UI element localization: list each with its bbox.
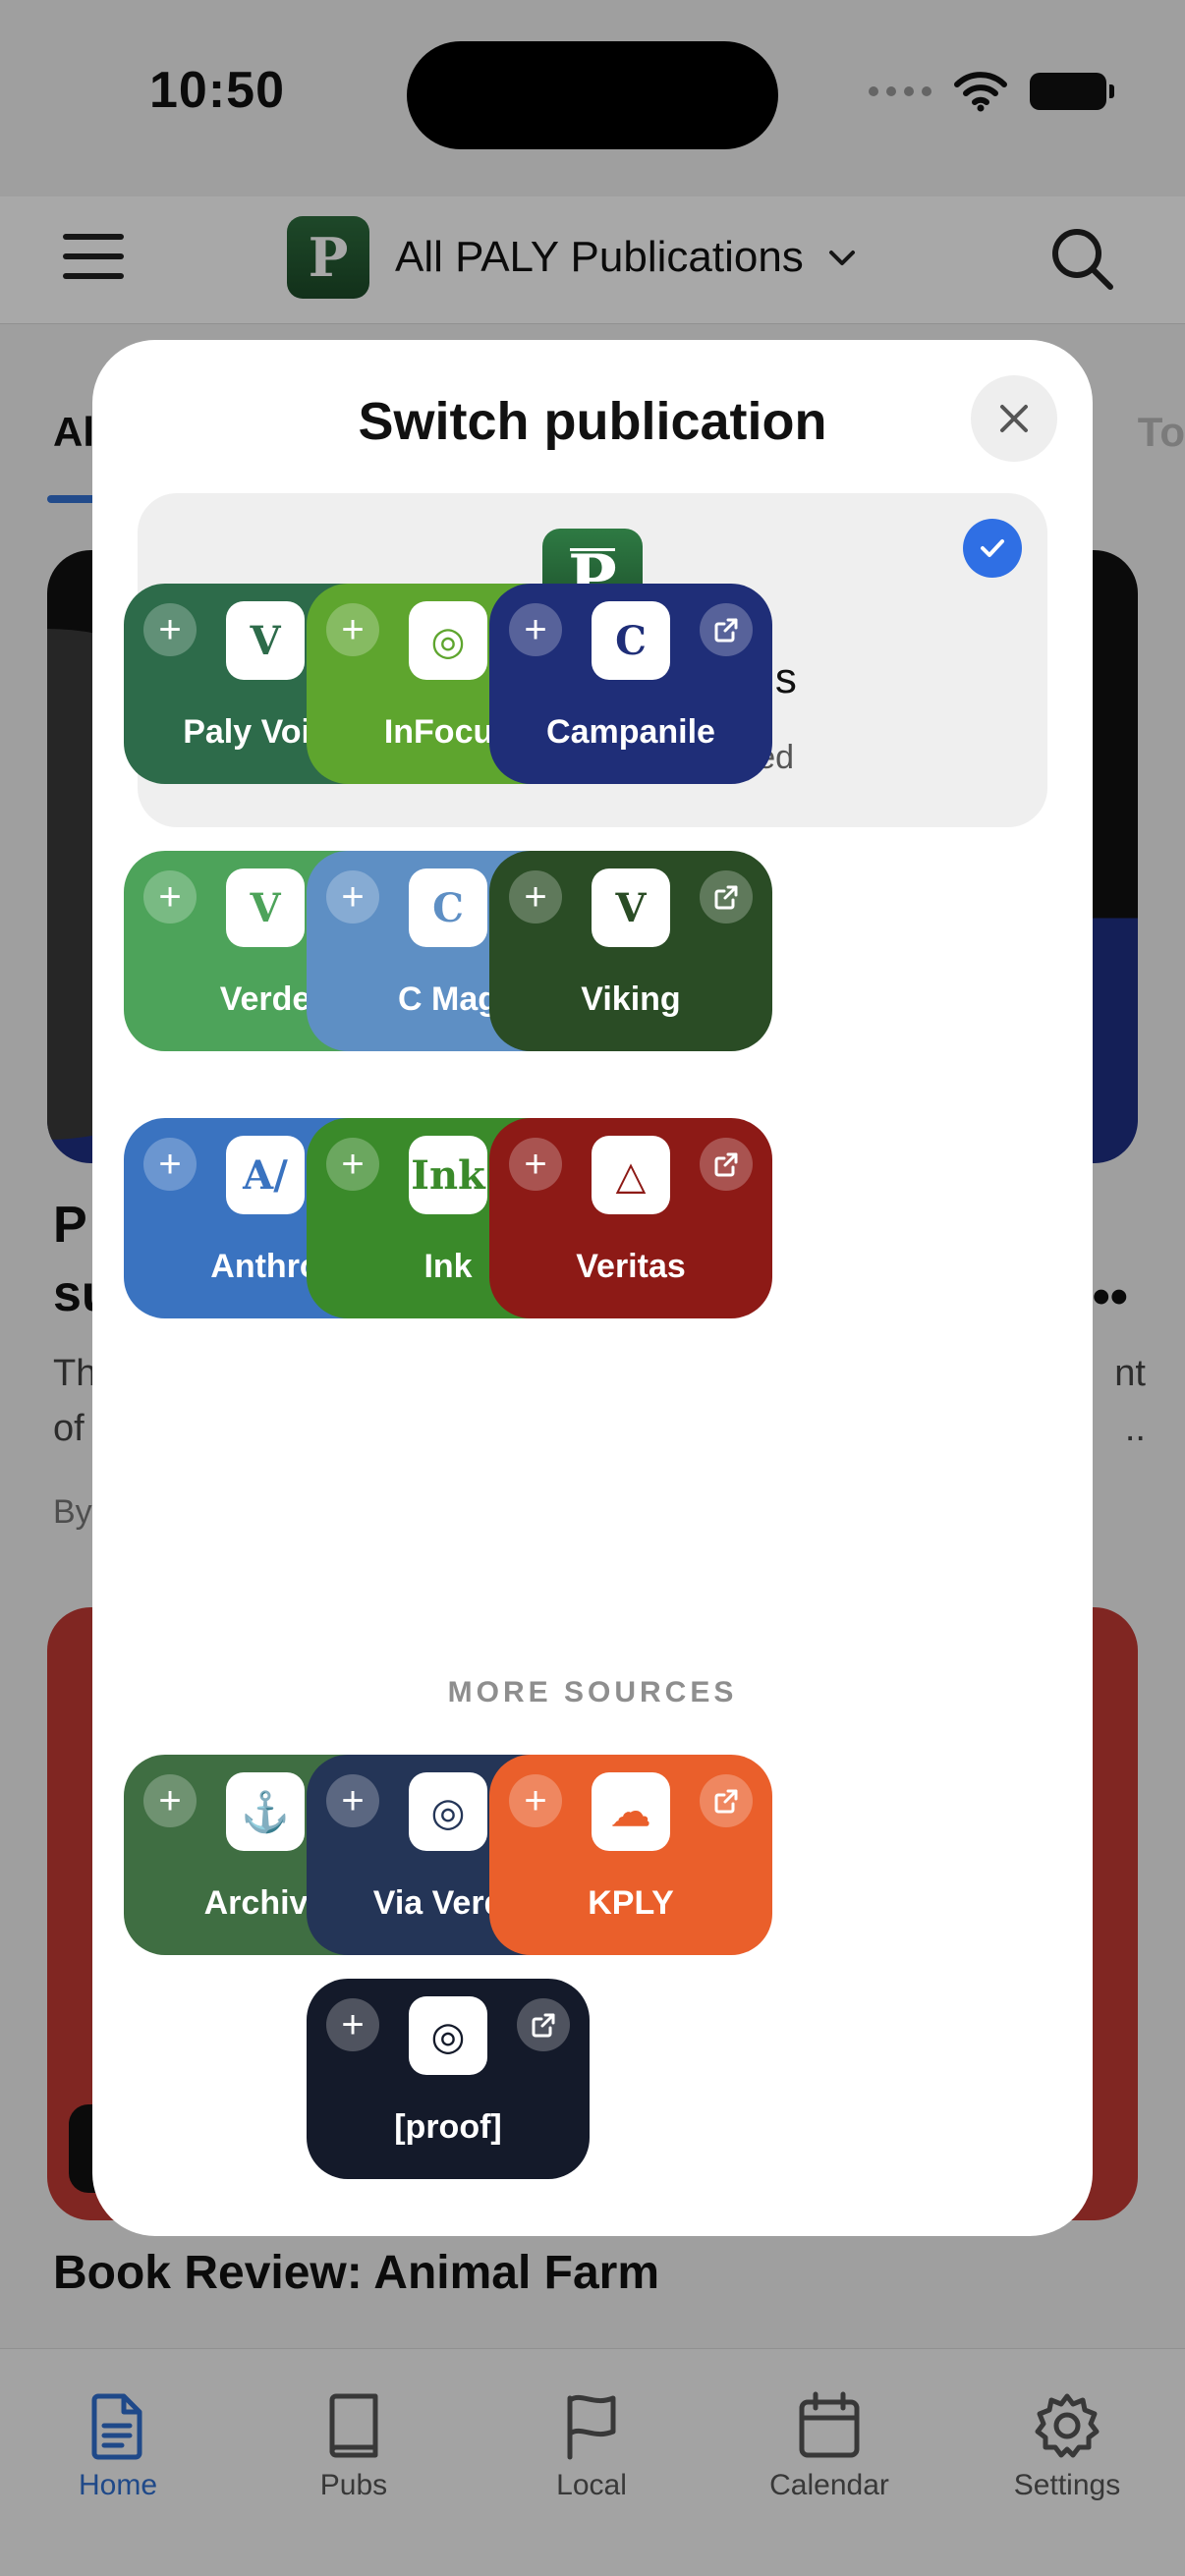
publication-tile-kply[interactable]: + ☁ KPLY (489, 1755, 772, 1955)
publication-name: Veritas (576, 1248, 686, 1285)
checkmark-icon (963, 519, 1022, 578)
publication-logo-icon: V (226, 868, 305, 947)
add-icon[interactable]: + (509, 603, 562, 656)
publication-name: KPLY (588, 1884, 674, 1922)
add-icon[interactable]: + (326, 1774, 379, 1827)
add-icon[interactable]: + (143, 870, 197, 924)
publication-logo-icon: ◎ (409, 601, 487, 680)
publication-name: Viking (581, 980, 681, 1018)
more-sources-section-label: MORE SOURCES (447, 1676, 738, 1708)
publication-logo-icon: C (409, 868, 487, 947)
add-icon[interactable]: + (143, 1138, 197, 1191)
add-icon[interactable]: + (509, 1774, 562, 1827)
add-icon[interactable]: + (143, 1774, 197, 1827)
external-link-icon[interactable] (700, 1774, 753, 1827)
external-link-icon[interactable] (700, 603, 753, 656)
publication-tile-campanile[interactable]: + C Campanile (489, 584, 772, 784)
add-icon[interactable]: + (509, 870, 562, 924)
publication-logo-icon: △ (592, 1136, 670, 1214)
add-icon[interactable]: + (143, 603, 197, 656)
publication-tile-proof[interactable]: + ◎ [proof] (307, 1979, 590, 2179)
publication-logo-icon: C (592, 601, 670, 680)
publication-logo-icon: Ink (409, 1136, 487, 1214)
add-icon[interactable]: + (326, 870, 379, 924)
add-icon[interactable]: + (509, 1138, 562, 1191)
publication-logo-icon: ☁ (592, 1772, 670, 1851)
publication-name: Campanile (546, 713, 715, 751)
close-button[interactable] (971, 375, 1057, 462)
add-icon[interactable]: + (326, 603, 379, 656)
close-icon (1000, 405, 1028, 432)
switch-publication-modal: Switch publication P All PALY Publicatio… (92, 340, 1093, 2236)
publication-logo-icon: A/ (226, 1136, 305, 1214)
publication-logo-icon: V (592, 868, 670, 947)
publication-logo-icon: ⚓ (226, 1772, 305, 1851)
modal-title: Switch publication (358, 392, 827, 451)
external-link-icon[interactable] (517, 1998, 570, 2051)
add-icon[interactable]: + (326, 1138, 379, 1191)
publication-logo-icon: ◎ (409, 1996, 487, 2075)
publication-tile-veritas[interactable]: + △ Veritas (489, 1118, 772, 1318)
publication-logo-icon: ◎ (409, 1772, 487, 1851)
publication-tile-viking[interactable]: + V Viking (489, 851, 772, 1051)
external-link-icon[interactable] (700, 1138, 753, 1191)
publication-logo-icon: V (226, 601, 305, 680)
external-link-icon[interactable] (700, 870, 753, 924)
publication-name: [proof] (394, 2108, 502, 2146)
add-icon[interactable]: + (326, 1998, 379, 2051)
